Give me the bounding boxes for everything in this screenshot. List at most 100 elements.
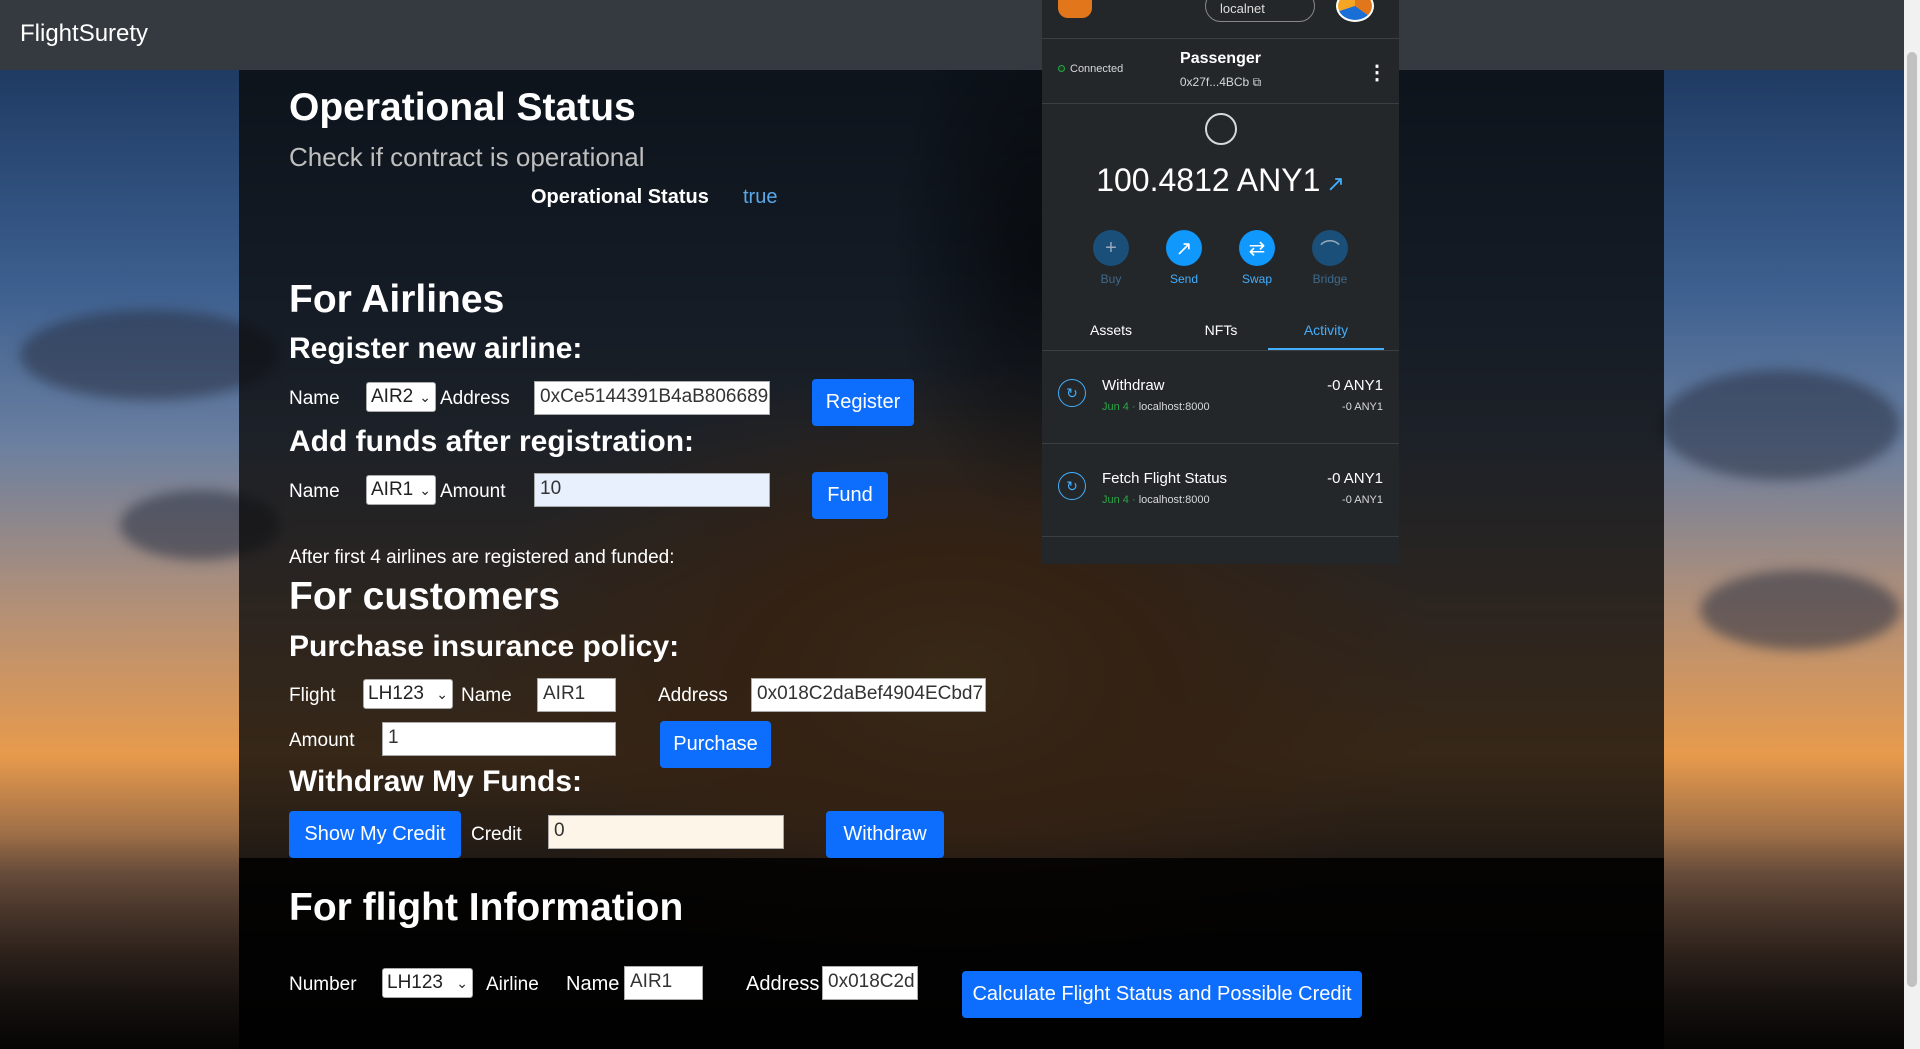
fund-button[interactable]: Fund: [812, 472, 888, 519]
navbar: FlightSurety: [0, 0, 1904, 70]
account-divider: [1042, 103, 1399, 104]
activity-source: localhost:8000: [1138, 494, 1210, 506]
plus-icon: +: [1093, 230, 1129, 266]
flight-airline-label: Airline: [486, 974, 539, 995]
flight-address-input[interactable]: 0x018C2d: [822, 966, 918, 1000]
account-address[interactable]: 0x27f...4BCb ⧉: [1042, 75, 1399, 90]
bridge-action: ⌒ Bridge: [1300, 230, 1360, 286]
fund-name-value: AIR1: [371, 479, 414, 500]
copy-icon[interactable]: ⧉: [1253, 75, 1262, 89]
wallet-fox-icon[interactable]: [1058, 0, 1092, 18]
register-name-select[interactable]: AIR2 ⌄: [366, 382, 436, 412]
balance-value: 100.4812 ANY1: [1096, 162, 1321, 198]
scrollbar-thumb[interactable]: [1907, 52, 1917, 987]
operational-subtitle: Check if contract is operational: [289, 142, 645, 172]
credit-input[interactable]: 0: [548, 815, 784, 849]
wallet-popup: localnet Connected Passenger 0x27f...4BC…: [1042, 0, 1399, 564]
token-icon: [1205, 113, 1237, 145]
withdraw-heading: Withdraw My Funds:: [289, 765, 583, 798]
chevron-down-icon: ⌄: [436, 685, 448, 702]
purchase-address-label: Address: [658, 685, 728, 706]
tab-assets[interactable]: Assets: [1056, 322, 1166, 338]
fund-amount-input[interactable]: 10: [534, 473, 770, 507]
network-label: localnet: [1220, 1, 1265, 16]
chart-icon[interactable]: ↗: [1326, 171, 1344, 196]
operational-value: true: [743, 186, 778, 208]
flight-number-select[interactable]: LH123 ⌄: [382, 968, 473, 998]
send-action[interactable]: ↗ Send: [1154, 230, 1214, 286]
activity-title: Fetch Flight Status: [1102, 470, 1228, 487]
balance: 100.4812 ANY1 ↗: [1042, 162, 1399, 199]
register-address-input[interactable]: 0xCe5144391B4aB806689: [534, 381, 770, 415]
airlines-title: For Airlines: [289, 278, 505, 321]
brand-title[interactable]: FlightSurety: [20, 20, 148, 48]
tab-activity[interactable]: Activity: [1271, 322, 1381, 338]
purchase-amount-label: Amount: [289, 730, 355, 751]
purchase-address-input[interactable]: 0x018C2daBef4904ECbd7: [751, 678, 986, 712]
show-credit-button[interactable]: Show My Credit: [289, 811, 461, 858]
active-tab-indicator: [1268, 348, 1384, 350]
chevron-down-icon: ⌄: [419, 388, 431, 405]
activity-date-value: Jun 4: [1102, 494, 1129, 506]
credit-label: Credit: [471, 824, 522, 845]
fund-name-label: Name: [289, 481, 340, 502]
activity-divider: [1042, 443, 1399, 444]
register-button[interactable]: Register: [812, 379, 914, 426]
swap-action[interactable]: ⇄ Swap: [1227, 230, 1287, 286]
fund-amount-label: Amount: [440, 481, 506, 502]
chevron-down-icon: ⌄: [419, 481, 431, 498]
chevron-down-icon: ⌄: [456, 974, 468, 991]
flight-name-label: Name: [566, 973, 620, 995]
register-name-value: AIR2: [371, 386, 414, 407]
activity-amount: -0 ANY1: [1327, 470, 1383, 487]
register-address-label: Address: [440, 388, 510, 409]
tab-nfts[interactable]: NFTs: [1166, 322, 1276, 338]
activity-amount-sub: -0 ANY1: [1342, 494, 1383, 506]
purchase-flight-label: Flight: [289, 685, 336, 706]
operational-title: Operational Status: [289, 86, 636, 129]
purchase-flight-value: LH123: [368, 683, 424, 704]
buy-label: Buy: [1100, 272, 1122, 286]
airlines-note: After first 4 airlines are registered an…: [289, 547, 675, 568]
send-label: Send: [1169, 272, 1199, 286]
bridge-label: Bridge: [1312, 272, 1348, 286]
purchase-name-input[interactable]: AIR1: [537, 678, 616, 712]
buy-action: + Buy: [1081, 230, 1141, 286]
purchase-button[interactable]: Purchase: [660, 721, 771, 768]
account-avatar[interactable]: [1336, 0, 1374, 22]
account-address-value: 0x27f...4BCb: [1179, 75, 1250, 89]
wallet-header: localnet: [1042, 0, 1399, 38]
network-selector[interactable]: localnet: [1205, 0, 1315, 22]
activity-date: Jun 4 · localhost:8000: [1102, 494, 1210, 506]
activity-amount: -0 ANY1: [1327, 377, 1383, 394]
fund-name-select[interactable]: AIR1 ⌄: [366, 475, 436, 505]
purchase-amount-input[interactable]: 1: [382, 722, 616, 756]
operational-label: Operational Status: [531, 186, 709, 208]
activity-source: localhost:8000: [1138, 401, 1210, 413]
more-options-icon[interactable]: ⋮: [1367, 60, 1387, 85]
calculate-status-button[interactable]: Calculate Flight Status and Possible Cre…: [962, 971, 1362, 1018]
account-name[interactable]: Passenger: [1042, 50, 1399, 68]
activity-title: Withdraw: [1102, 377, 1165, 394]
activity-divider: [1042, 536, 1399, 537]
activity-date: Jun 4 · localhost:8000: [1102, 401, 1210, 413]
withdraw-button[interactable]: Withdraw: [826, 811, 944, 858]
customers-title: For customers: [289, 575, 560, 618]
transaction-icon: ↻: [1058, 472, 1086, 500]
flight-address-label: Address: [746, 973, 820, 995]
flight-info-title: For flight Information: [289, 886, 684, 929]
swap-icon: ⇄: [1239, 230, 1275, 266]
bridge-icon: ⌒: [1312, 230, 1348, 266]
tabs-divider: [1042, 350, 1399, 351]
header-divider: [1042, 38, 1399, 39]
register-name-label: Name: [289, 388, 340, 409]
purchase-name-label: Name: [461, 685, 512, 706]
purchase-flight-select[interactable]: LH123 ⌄: [363, 679, 453, 709]
arrow-up-right-icon: ↗: [1166, 230, 1202, 266]
transaction-icon: ↻: [1058, 379, 1086, 407]
flight-name-input[interactable]: AIR1: [624, 966, 703, 1000]
page-scrollbar[interactable]: [1904, 0, 1920, 1049]
purchase-heading: Purchase insurance policy:: [289, 630, 680, 663]
activity-amount-sub: -0 ANY1: [1342, 401, 1383, 413]
flight-number-value: LH123: [387, 972, 443, 993]
